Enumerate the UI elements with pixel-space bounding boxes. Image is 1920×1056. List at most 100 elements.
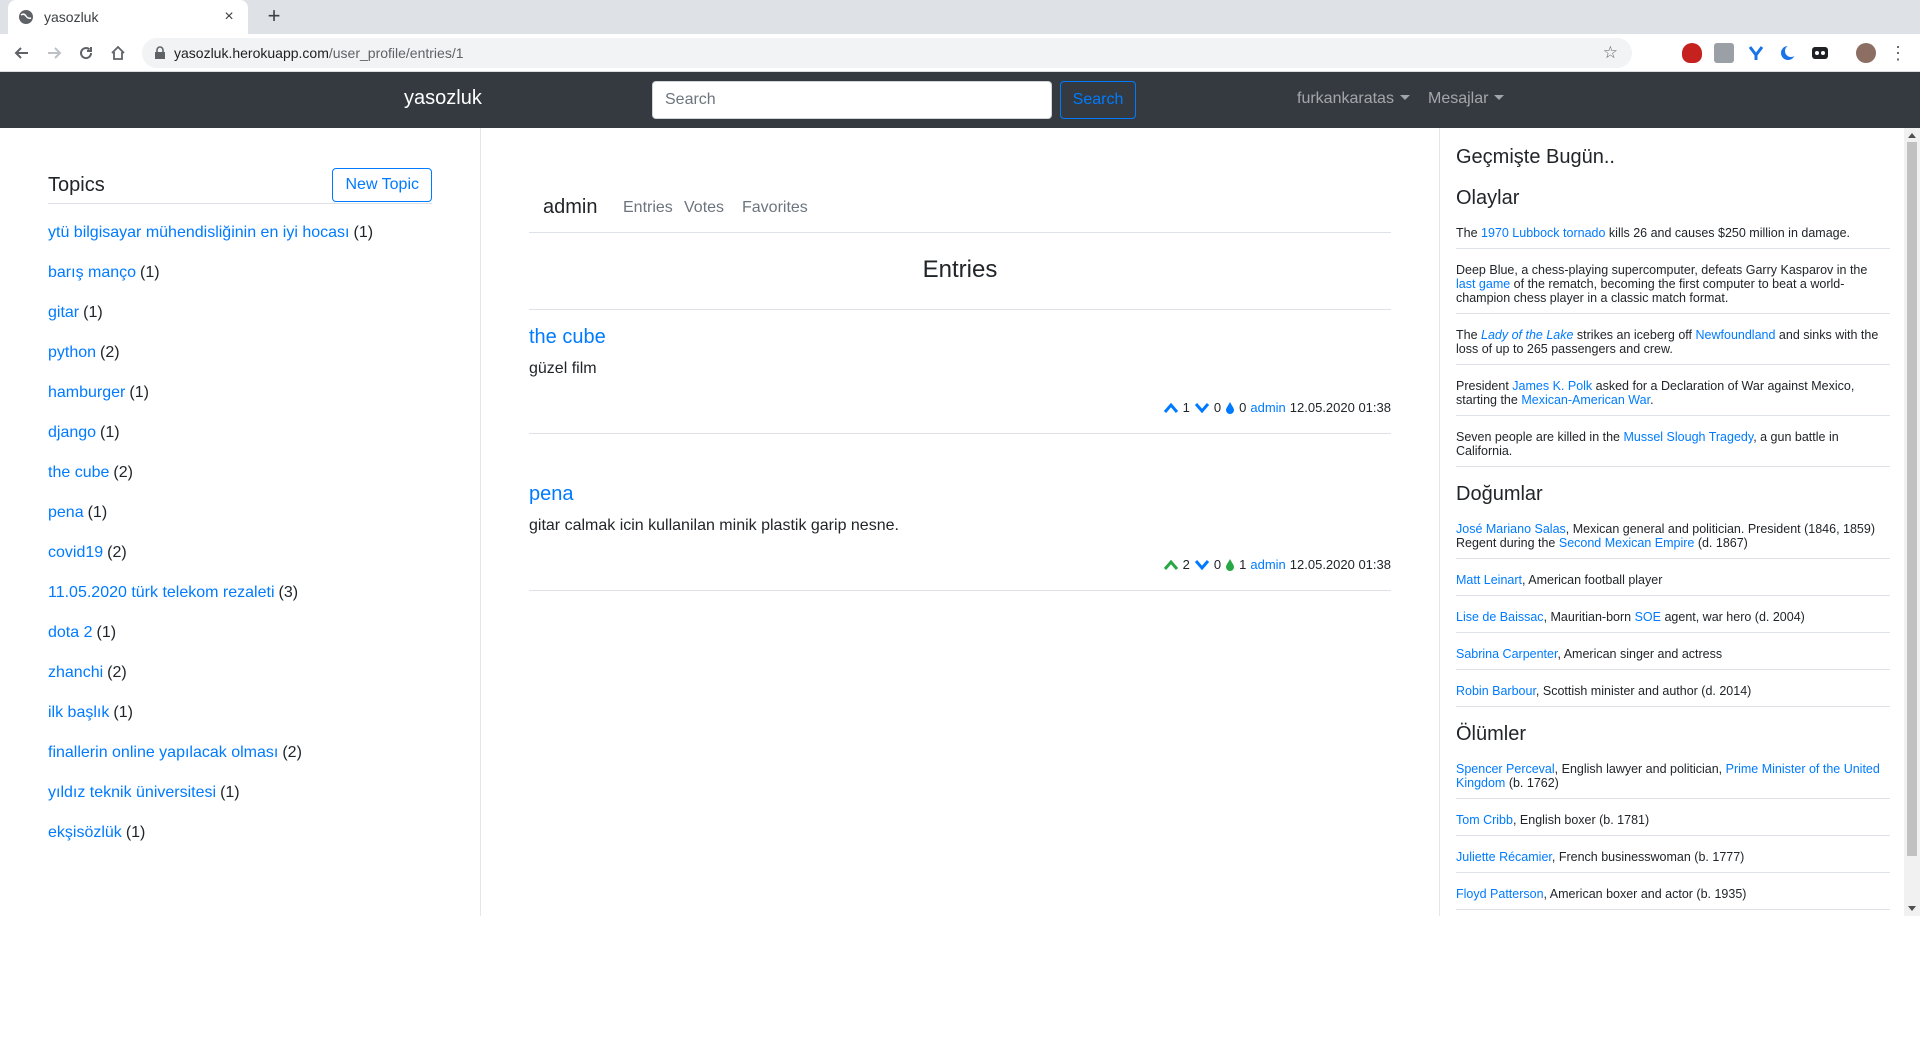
history-item: Seven people are killed in the Mussel Sl… <box>1456 424 1890 467</box>
history-link[interactable]: last game <box>1456 277 1510 291</box>
history-link[interactable]: Tom Cribb <box>1456 813 1513 827</box>
scroll-thumb[interactable] <box>1907 142 1917 856</box>
messages-menu[interactable]: Mesajlar <box>1428 90 1505 108</box>
events-heading: Olaylar <box>1456 187 1520 209</box>
user-menu[interactable]: furkankaratas <box>1297 90 1410 108</box>
search-button[interactable]: Search <box>1060 81 1136 119</box>
history-link[interactable]: Floyd Patterson <box>1456 887 1544 901</box>
entry-meta: 2 0 1 admin 12.05.2020 01:38 <box>1163 557 1391 572</box>
downvote-icon[interactable] <box>1194 402 1210 414</box>
profile-tabs: admin Entries Votes Favorites <box>529 188 1391 233</box>
history-item: José Mariano Salas, Mexican general and … <box>1456 516 1890 559</box>
bookmark-star-icon[interactable]: ☆ <box>1603 43 1618 63</box>
history-text: agent, war hero (d. 2004) <box>1660 610 1805 624</box>
browser-menu-icon[interactable]: ⋮ <box>1886 41 1910 65</box>
tab-entries[interactable]: Entries <box>623 199 673 217</box>
topic-link[interactable]: python <box>48 344 96 361</box>
scroll-up-arrow-icon[interactable] <box>1908 133 1916 138</box>
topic-link[interactable]: hamburger <box>48 384 125 401</box>
tab-favorites[interactable]: Favorites <box>742 199 808 217</box>
history-link[interactable]: José Mariano Salas <box>1456 522 1566 536</box>
new-tab-button[interactable]: + <box>262 5 286 29</box>
topic-link[interactable]: finallerin online yapılacak olması <box>48 744 278 761</box>
search-input[interactable] <box>652 81 1052 119</box>
entry-author-link[interactable]: admin <box>1250 400 1285 415</box>
upvote-icon[interactable] <box>1163 559 1179 571</box>
topic-link[interactable]: ilk başlık <box>48 704 109 721</box>
history-link[interactable]: James K. Polk <box>1512 379 1592 393</box>
favorite-drop-icon[interactable] <box>1225 558 1235 571</box>
topic-entry-count: (1) <box>87 504 108 521</box>
reload-icon[interactable] <box>74 41 98 65</box>
history-item: The 1970 Lubbock tornado kills 26 and ca… <box>1456 220 1890 249</box>
tab-title: yasozluk <box>44 9 99 25</box>
history-link[interactable]: Lise de Baissac <box>1456 610 1544 624</box>
history-link[interactable]: Spencer Perceval <box>1456 762 1555 776</box>
entry-title-link[interactable]: pena <box>529 483 574 506</box>
topic-link[interactable]: django <box>48 424 96 441</box>
entry-date: 12.05.2020 01:38 <box>1289 557 1391 572</box>
globe-icon <box>18 9 34 25</box>
history-text: President <box>1456 379 1513 393</box>
ublock-extension-icon[interactable] <box>1682 43 1702 63</box>
history-link[interactable]: Newfoundland <box>1696 328 1776 342</box>
scroll-down-arrow-icon[interactable] <box>1908 906 1916 911</box>
url-host: yasozluk.herokuapp.com <box>174 45 329 61</box>
topic-link[interactable]: pena <box>48 504 84 521</box>
topic-item: yıldız teknik üniversitesi (1) <box>48 784 468 824</box>
extension-moon-icon[interactable] <box>1778 43 1798 63</box>
history-link[interactable]: Lady of the Lake <box>1481 328 1573 342</box>
topic-link[interactable]: dota 2 <box>48 624 92 641</box>
topic-link[interactable]: gitar <box>48 304 79 321</box>
topic-link[interactable]: 11.05.2020 türk telekom rezaleti <box>48 584 275 601</box>
entry-author-link[interactable]: admin <box>1250 557 1285 572</box>
births-list: José Mariano Salas, Mexican general and … <box>1456 516 1890 707</box>
topic-link[interactable]: barış manço <box>48 264 136 281</box>
history-text: , Mauritian-born <box>1543 610 1635 624</box>
topic-link[interactable]: ekşisözlük <box>48 824 122 841</box>
tab-votes[interactable]: Votes <box>684 199 724 217</box>
history-link[interactable]: Mexican-American War <box>1521 393 1650 407</box>
topic-link[interactable]: zhanchi <box>48 664 103 681</box>
favorite-count: 0 <box>1239 400 1247 415</box>
favorite-drop-icon[interactable] <box>1225 401 1235 414</box>
home-icon[interactable] <box>106 41 130 65</box>
history-scrollbar[interactable] <box>1904 128 1920 916</box>
extension-y-icon[interactable] <box>1746 43 1766 63</box>
caret-down-icon <box>1494 95 1505 100</box>
history-link[interactable]: Matt Leinart <box>1456 573 1522 587</box>
history-link[interactable]: Sabrina Carpenter <box>1456 647 1557 661</box>
address-bar[interactable]: yasozluk.herokuapp.com/user_profile/entr… <box>142 38 1632 68</box>
topic-link[interactable]: the cube <box>48 464 109 481</box>
divider <box>529 590 1391 591</box>
history-link[interactable]: Mussel Slough Tragedy <box>1623 430 1753 444</box>
topic-link[interactable]: yıldız teknik üniversitesi <box>48 784 216 801</box>
profile-username[interactable]: admin <box>543 196 597 219</box>
history-link[interactable]: SOE <box>1635 610 1661 624</box>
history-link[interactable]: Second Mexican Empire <box>1559 536 1694 550</box>
back-icon[interactable] <box>10 41 34 65</box>
extension-dark-icon[interactable] <box>1810 43 1830 63</box>
downvote-icon[interactable] <box>1194 559 1210 571</box>
new-topic-button[interactable]: New Topic <box>332 168 432 202</box>
close-tab-icon[interactable]: × <box>220 8 238 26</box>
topic-entry-count: (1) <box>113 704 133 721</box>
site-brand[interactable]: yasozluk <box>404 87 482 110</box>
url-text: yasozluk.herokuapp.com/user_profile/entr… <box>174 45 464 61</box>
upvote-count: 1 <box>1182 400 1190 415</box>
topic-entry-count: (1) <box>100 424 120 441</box>
entry-body: güzel film <box>529 360 597 377</box>
topic-item: the cube (2) <box>48 464 468 504</box>
forward-icon[interactable] <box>42 41 66 65</box>
browser-tab[interactable]: yasozluk × <box>8 0 248 34</box>
profile-avatar[interactable] <box>1856 43 1876 63</box>
extension-icon[interactable] <box>1714 43 1734 63</box>
entry-title-link[interactable]: the cube <box>529 326 606 349</box>
topic-item: ytü bilgisayar mühendisliğinin en iyi ho… <box>48 224 468 264</box>
history-link[interactable]: Robin Barbour <box>1456 684 1536 698</box>
topic-link[interactable]: ytü bilgisayar mühendisliğinin en iyi ho… <box>48 224 350 241</box>
history-link[interactable]: Juliette Récamier <box>1456 850 1552 864</box>
topic-link[interactable]: covid19 <box>48 544 103 561</box>
history-link[interactable]: 1970 Lubbock tornado <box>1481 226 1605 240</box>
upvote-icon[interactable] <box>1163 402 1179 414</box>
